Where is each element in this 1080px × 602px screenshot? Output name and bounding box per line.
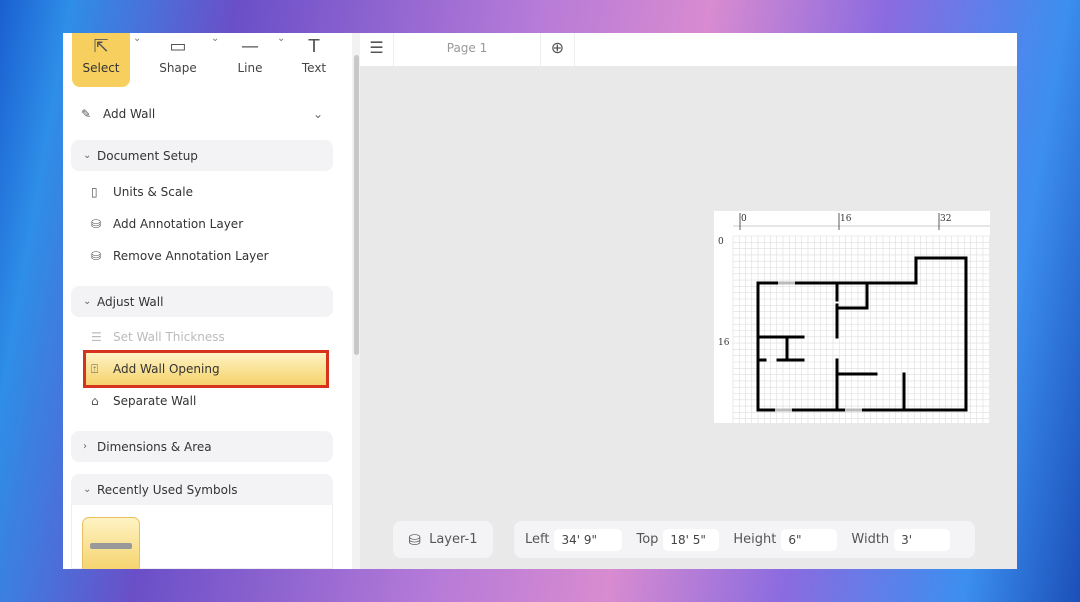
section-adjust-wall[interactable]: ⌄ Adjust Wall <box>71 286 333 317</box>
app-window: ⇱ Select ⌄ ▭ Shape ⌄ — Line ⌄ T Text ✎ Add Wa… <box>63 33 1017 569</box>
chevron-down-icon: ⌄ <box>83 296 92 307</box>
text-tool[interactable]: T Text <box>285 33 343 87</box>
add-page-icon[interactable]: ⊕ <box>541 33 575 66</box>
add-wall-dropdown[interactable]: ✎ Add Wall ⌄ <box>71 101 333 127</box>
separate-wall-icon: ⌂ <box>91 394 99 408</box>
menu-item-separate-wall[interactable]: ⌂ Separate Wall <box>71 388 333 414</box>
menu-item-add-wall-opening[interactable]: ⍐ Add Wall Opening <box>83 350 329 388</box>
select-tool[interactable]: ⇱ Select <box>72 33 130 87</box>
menu-item-add-annotation-layer[interactable]: ⛁ Add Annotation Layer <box>71 211 333 237</box>
height-input[interactable]: 6" <box>781 528 838 551</box>
left-input[interactable]: 34' 9" <box>554 528 623 551</box>
sidebar: ⇱ Select ⌄ ▭ Shape ⌄ — Line ⌄ T Text ✎ Add Wa… <box>63 33 352 569</box>
width-input[interactable]: 3' <box>894 528 951 551</box>
symbols-panel <box>71 505 333 569</box>
page-tabs-bar: ☰ Page 1 ⊕ <box>360 33 1017 66</box>
top-label: Top <box>636 532 659 547</box>
shape-tool[interactable]: ▭ Shape <box>149 33 207 87</box>
left-label: Left <box>525 532 550 547</box>
chevron-right-icon: › <box>83 441 87 452</box>
rectangle-icon: ▭ <box>169 36 187 57</box>
cursor-icon: ⇱ <box>93 36 109 57</box>
wall-pen-icon: ✎ <box>81 107 92 121</box>
section-recently-used-symbols[interactable]: ⌄ Recently Used Symbols <box>71 474 333 505</box>
ruler-y-label: 0 <box>718 237 724 247</box>
menu-item-units-scale[interactable]: ▯ Units & Scale <box>71 179 333 205</box>
chevron-down-icon: ⌄ <box>312 107 323 121</box>
chevron-down-icon[interactable]: ⌄ <box>133 33 141 44</box>
ruler-x-label: 32 <box>940 214 951 224</box>
wall-opening-icon: ⍐ <box>91 361 99 376</box>
menu-item-set-wall-thickness[interactable]: ☰ Set Wall Thickness <box>71 324 333 350</box>
ruler-x-label: 0 <box>741 214 747 224</box>
menu-list-icon[interactable]: ☰ <box>360 33 393 66</box>
top-input[interactable]: 18' 5" <box>663 528 720 551</box>
layers-remove-icon: ⛁ <box>91 249 102 263</box>
layer-button[interactable]: ⛁ Layer-1 <box>393 521 493 558</box>
layers-add-icon: ⛁ <box>91 217 102 231</box>
ruler-y-label: 16 <box>718 338 730 348</box>
section-dimensions-area[interactable]: › Dimensions & Area <box>71 431 333 462</box>
symbol-wall-opening[interactable] <box>82 517 140 569</box>
chevron-down-icon: ⌄ <box>83 484 92 495</box>
line-tool[interactable]: — Line <box>221 33 279 87</box>
ruler-x-label: 16 <box>840 214 852 224</box>
properties-bar: Left 34' 9" Top 18' 5" Height 6" Width 3' <box>514 521 975 558</box>
chevron-down-icon: ⌄ <box>83 150 92 161</box>
menu-item-remove-annotation-layer[interactable]: ⛁ Remove Annotation Layer <box>71 243 333 269</box>
sidebar-scrollbar[interactable] <box>352 33 360 569</box>
ruler-icon: ▯ <box>91 185 98 199</box>
tab-page-1[interactable]: Page 1 <box>393 33 541 66</box>
section-document-setup[interactable]: ⌄ Document Setup <box>71 140 333 171</box>
height-label: Height <box>733 532 777 547</box>
scrollbar-thumb[interactable] <box>354 55 359 355</box>
line-icon: — <box>241 36 259 57</box>
layers-icon: ⛁ <box>408 530 422 549</box>
thickness-icon: ☰ <box>91 330 102 344</box>
floor-plan-canvas[interactable]: 0 16 32 0 16 <box>360 66 1017 521</box>
text-icon: T <box>308 36 320 57</box>
chevron-down-icon[interactable]: ⌄ <box>211 33 219 44</box>
width-label: Width <box>851 532 890 547</box>
wall-opening-symbol-icon <box>90 543 132 549</box>
